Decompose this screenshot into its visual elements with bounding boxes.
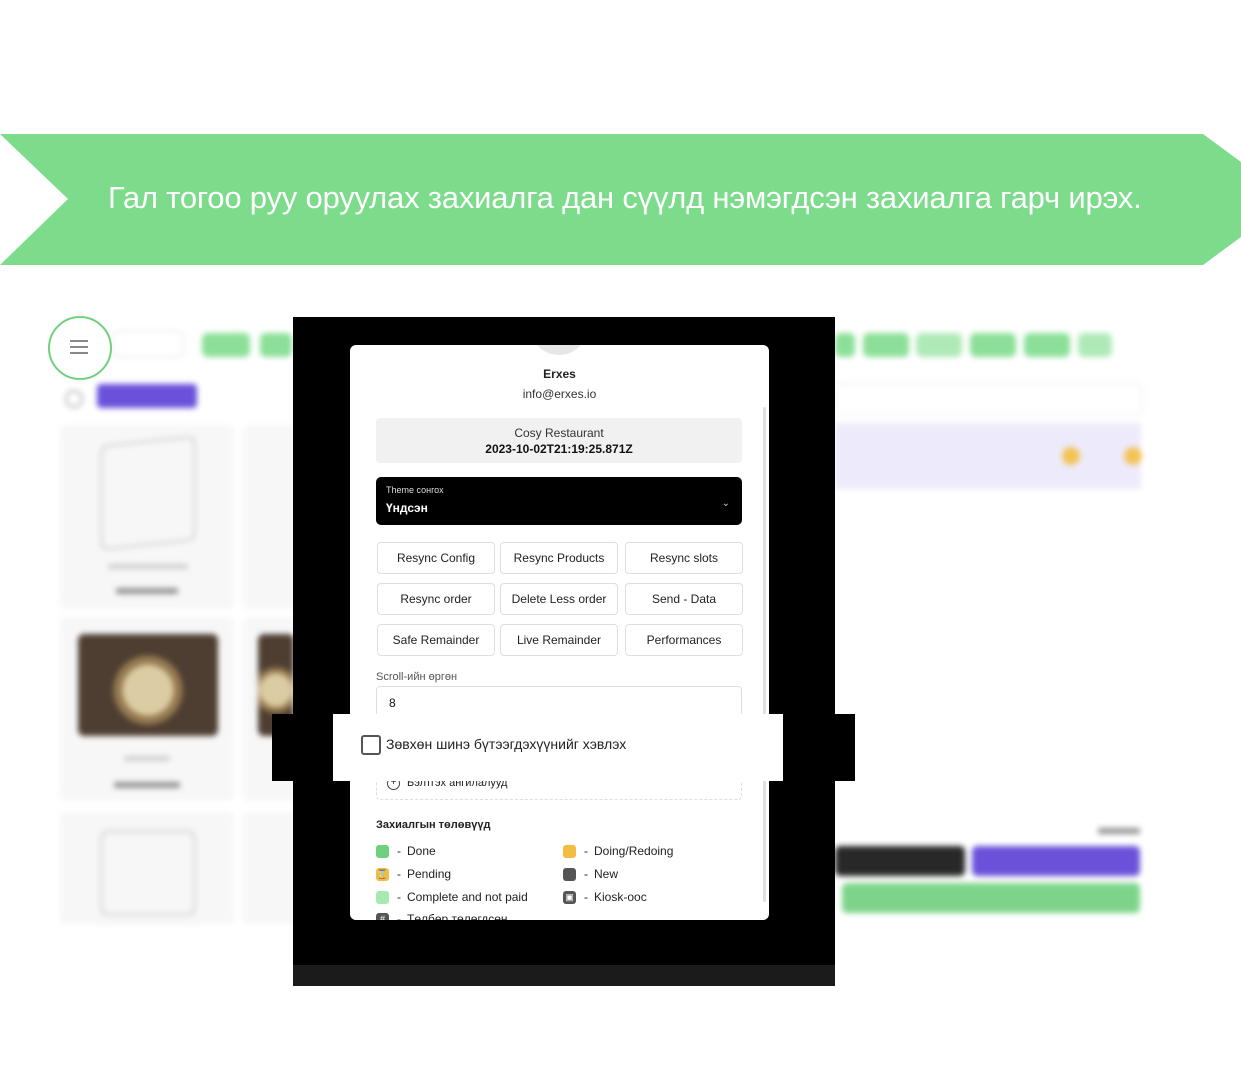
status-done: - Done (376, 844, 436, 858)
restaurant-timestamp: 2023-10-02T21:19:25.871Z (485, 442, 633, 456)
settings-panel: Erxes info@erxes.io Cosy Restaurant 2023… (350, 345, 769, 920)
status-label: Doing/Redoing (594, 844, 674, 858)
status-label: Complete and not paid (407, 890, 528, 904)
theme-select-label: Theme сонгох (386, 485, 444, 495)
status-label: Төлбөр төлөгдсөн (407, 912, 508, 920)
performances-button[interactable]: Performances (625, 624, 743, 656)
hourglass-icon: ⌛ (376, 867, 389, 881)
print-new-only-label[interactable]: Зөвхөн шинэ бүтээгдэхүүнийг хэвлэх (386, 736, 626, 752)
avatar (530, 345, 588, 355)
status-color-icon (563, 844, 576, 858)
instruction-banner: Гал тогоо руу оруулах захиалга дан сүүлд… (0, 134, 1241, 265)
status-paid: # - Төлбөр төлөгдсөн (376, 912, 508, 920)
status-complete-not-paid: - Complete and not paid (376, 890, 528, 904)
status-color-icon (376, 844, 389, 858)
resync-config-button[interactable]: Resync Config (377, 542, 495, 574)
resync-products-button[interactable]: Resync Products (500, 542, 618, 574)
status-new: - New (563, 867, 618, 881)
payment-icon: # (376, 912, 389, 920)
hamburger-icon (70, 340, 88, 358)
chevron-down-icon: ⌄ (721, 498, 730, 509)
menu-button[interactable] (48, 316, 112, 380)
resync-slots-button[interactable]: Resync slots (625, 542, 743, 574)
banner-text: Гал тогоо руу оруулах захиалга дан сүүлд… (108, 180, 1142, 215)
restaurant-info: Cosy Restaurant 2023-10-02T21:19:25.871Z (376, 418, 742, 463)
status-kiosk: ▣ - Kiosk-оос (563, 890, 647, 904)
kiosk-icon: ▣ (563, 890, 576, 904)
status-color-icon (376, 890, 389, 904)
modal-backdrop-bottom (293, 965, 835, 986)
send-data-button[interactable]: Send - Data (625, 583, 743, 615)
safe-remainder-button[interactable]: Safe Remainder (377, 624, 495, 656)
print-new-only-checkbox[interactable] (361, 735, 381, 755)
resync-order-button[interactable]: Resync order (377, 583, 495, 615)
order-status-title: Захиалгын төлөвүүд (376, 819, 491, 831)
theme-select[interactable]: Theme сонгох Үндсэн ⌄ (376, 477, 742, 525)
status-color-icon (563, 867, 576, 881)
status-label: New (594, 867, 619, 881)
restaurant-name: Cosy Restaurant (514, 426, 604, 440)
theme-select-value: Үндсэн (386, 501, 428, 515)
delete-less-order-button[interactable]: Delete Less order (500, 583, 618, 615)
status-label: Done (407, 844, 436, 858)
live-remainder-button[interactable]: Live Remainder (500, 624, 618, 656)
profile-email: info@erxes.io (522, 387, 597, 401)
scroll-width-label: Scroll-ийн өргөн (376, 671, 458, 683)
panel-scrollbar[interactable] (763, 407, 766, 902)
status-label: Kiosk-оос (594, 890, 647, 904)
profile-name: Erxes (543, 367, 576, 381)
status-doing: - Doing/Redoing (563, 844, 673, 858)
status-pending: ⌛ - Pending (376, 867, 452, 881)
status-label: Pending (407, 867, 452, 881)
